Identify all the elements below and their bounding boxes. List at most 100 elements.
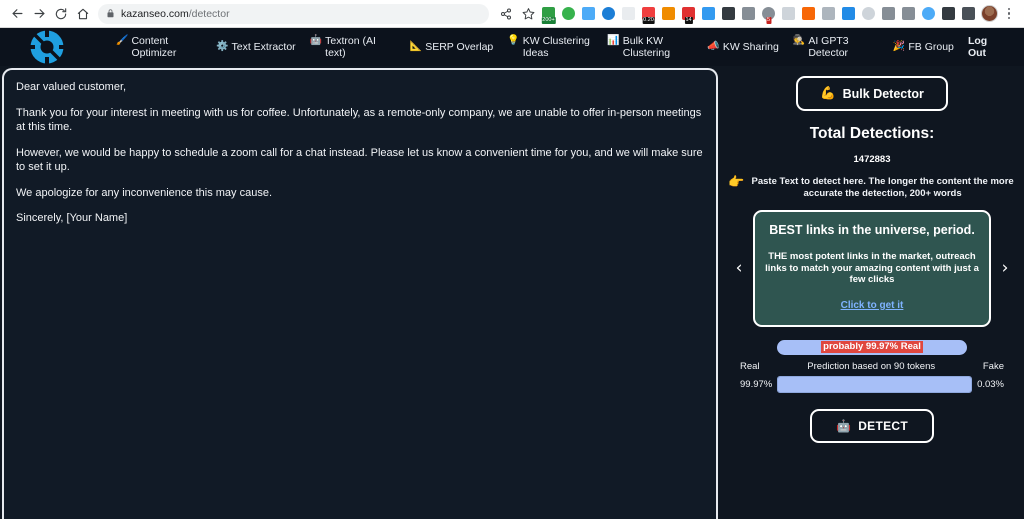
extension-glyph — [562, 7, 575, 20]
gear-icon: ⚙️ — [216, 41, 229, 52]
nav-item-textron-ai-text[interactable]: 🤖 Textron (AI text) — [310, 35, 396, 59]
nav-item-fb-group[interactable]: 🎉 FB Group — [893, 41, 954, 53]
nav-item-label: Text Extractor — [231, 41, 296, 53]
prediction-pill: probably 99.97% Real — [777, 339, 967, 355]
detector-textarea[interactable]: Dear valued customer, Thank you for your … — [2, 68, 718, 519]
extension-glyph — [622, 7, 635, 20]
ruler-icon: 📐 — [409, 41, 423, 52]
nav-item-kw-sharing[interactable]: 📣 KW Sharing — [707, 41, 778, 53]
extension-glyph — [882, 7, 895, 20]
extension-diamond-azure[interactable] — [839, 4, 858, 23]
extension-badge: 5 — [765, 17, 772, 24]
nav-item-label: Log Out — [967, 35, 988, 59]
editor-paragraph: Thank you for your interest in meeting w… — [16, 106, 702, 134]
nav-item-label: Textron (AI text) — [325, 35, 376, 59]
editor-paragraph: However, we would be happy to schedule a… — [16, 146, 703, 174]
prediction-verdict: probably 99.97% Real — [821, 341, 923, 353]
kebab-menu-icon[interactable] — [1000, 7, 1018, 20]
extension-glyph — [842, 7, 855, 20]
url-path: /detector — [188, 7, 230, 20]
extension-sidepanel[interactable] — [959, 4, 978, 23]
extension-glyph — [602, 7, 615, 20]
prediction-bar-row: 99.97% 0.03% — [740, 375, 1004, 393]
extension-glyph — [782, 7, 795, 20]
nav-item-label: Content Optimizer — [131, 35, 177, 59]
kazanseo-logo[interactable] — [26, 28, 68, 66]
back-arrow-icon[interactable] — [6, 3, 28, 25]
extension-badge: 200+ — [541, 17, 556, 24]
extension-bird-grey[interactable] — [879, 4, 898, 23]
extension-brackets[interactable] — [819, 4, 838, 23]
nav-item-label: SERP Overlap — [425, 41, 494, 53]
extension-zero-box[interactable] — [619, 4, 638, 23]
nav-item-ai-gpt3-detector[interactable]: 🕵️ AI GPT3 Detector — [793, 35, 879, 59]
promo-link[interactable]: Click to get it — [841, 300, 904, 311]
nav-item-label: AI GPT3 Detector — [808, 35, 849, 59]
extension-globe-red[interactable]: 5 — [759, 4, 778, 24]
reload-icon[interactable] — [50, 3, 72, 25]
megaphone-icon: 📣 — [707, 41, 720, 52]
prediction-area: probably 99.97% Real Real Prediction bas… — [720, 339, 1024, 393]
lock-icon — [106, 9, 115, 18]
app-navbar: 🖌️ Content Optimizer ⚙️ Text Extractor 🤖 Text… — [0, 28, 1024, 66]
paste-hint-text: Paste Text to detect here. The longer th… — [751, 176, 1014, 199]
extension-fox-orange[interactable] — [799, 4, 818, 23]
bulk-detector-button[interactable]: 💪 Bulk Detector — [796, 76, 948, 111]
home-icon[interactable] — [72, 3, 94, 25]
extension-seo-meter[interactable]: 200+ — [539, 4, 558, 24]
detector-side-panel: 💪 Bulk Detector Total Detections: 147288… — [720, 66, 1024, 519]
address-bar[interactable]: kazanseo.com/detector — [98, 3, 489, 24]
extension-grey-text[interactable] — [739, 4, 758, 23]
detective-icon: 🕵️ — [792, 35, 806, 46]
text-input-area[interactable]: Dear valued customer, Thank you for your … — [0, 66, 720, 519]
nav-item-log-out[interactable]: Log Out — [968, 35, 1008, 59]
extension-calendar-red[interactable]: 14 — [679, 4, 698, 24]
extension-orange-bars[interactable] — [659, 4, 678, 23]
extension-puzzle-dark[interactable] — [939, 4, 958, 23]
prediction-bar-track — [777, 375, 973, 393]
extension-translate-blue[interactable] — [699, 4, 718, 23]
carousel-next-icon[interactable]: › — [997, 259, 1013, 277]
detect-button[interactable]: 🤖 DETECT — [809, 408, 935, 443]
party-popper-icon: 🎉 — [892, 41, 906, 52]
fake-label: Fake — [982, 360, 1004, 372]
extension-circle-grey[interactable] — [859, 4, 878, 23]
extension-glyph — [942, 7, 955, 20]
nav-item-text-extractor[interactable]: ⚙️ Text Extractor — [216, 41, 296, 53]
extension-diamond-blue[interactable] — [579, 4, 598, 23]
extension-puzzle-green[interactable] — [559, 4, 578, 23]
paste-hint: 👉 Paste Text to detect here. The longer … — [720, 175, 1024, 200]
real-label: Real — [740, 360, 760, 372]
extension-lightning[interactable] — [719, 4, 738, 23]
extension-tray: 200+ 0.20 14 5 — [539, 4, 978, 24]
url-domain: kazanseo.com — [121, 7, 189, 20]
nav-item-content-optimizer[interactable]: 🖌️ Content Optimizer — [116, 35, 202, 59]
nav-item-label: Bulk KW Clustering — [622, 35, 671, 59]
star-icon[interactable] — [517, 3, 539, 25]
extension-frame-white[interactable] — [779, 4, 798, 23]
extension-glyph — [902, 7, 915, 20]
url-text: kazanseo.com/detector — [121, 8, 230, 20]
avatar[interactable] — [978, 3, 1000, 25]
brush-icon: 🖌️ — [116, 35, 129, 46]
share-icon[interactable] — [495, 3, 517, 25]
extension-glyph — [922, 7, 935, 20]
forward-arrow-icon[interactable] — [28, 3, 50, 25]
muscle-icon: 💪 — [820, 86, 836, 100]
extension-circle-l-blue[interactable] — [919, 4, 938, 23]
extension-glyph — [862, 7, 875, 20]
nav-item-kw-clustering-ideas[interactable]: 💡 KW Clustering Ideas — [507, 35, 593, 59]
promo-card[interactable]: BEST links in the universe, period. THE … — [753, 210, 991, 327]
nav-item-serp-overlap[interactable]: 📐 SERP Overlap — [410, 41, 494, 53]
nav-item-label: FB Group — [908, 41, 954, 53]
extension-glyph — [582, 7, 595, 20]
carousel-prev-icon[interactable]: ‹ — [731, 259, 747, 277]
robot-icon: 🤖 — [835, 418, 852, 433]
extension-gear-grey[interactable] — [899, 4, 918, 23]
extension-counter-red[interactable]: 0.20 — [639, 4, 658, 24]
prediction-labels: Real Prediction based on 90 tokens Fake — [740, 361, 1004, 372]
fake-percent: 0.03% — [977, 378, 1004, 390]
nav-item-bulk-kw-clustering[interactable]: 📊 Bulk KW Clustering — [607, 35, 693, 59]
extension-camera-ring[interactable] — [599, 4, 618, 23]
lightbulb-icon: 💡 — [507, 35, 520, 46]
